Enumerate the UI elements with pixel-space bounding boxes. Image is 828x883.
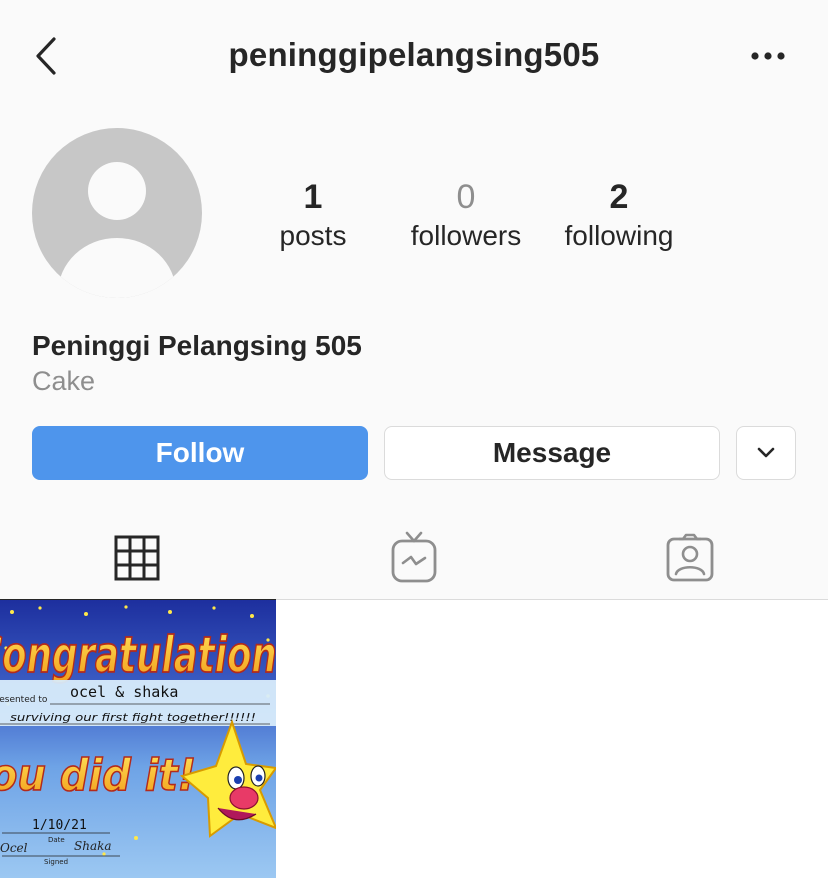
- card-date: 1/10/21: [32, 818, 87, 833]
- stat-followers[interactable]: 0 followers: [391, 178, 541, 256]
- profile-avatar[interactable]: [32, 128, 202, 298]
- igtv-icon: [391, 531, 437, 583]
- top-bar: peninggipelangsing505: [0, 0, 828, 110]
- ellipsis-icon: [751, 52, 785, 60]
- tagged-person-icon: [666, 533, 714, 582]
- suggested-accounts-button[interactable]: [736, 426, 796, 480]
- message-button[interactable]: Message: [384, 426, 720, 480]
- stat-following[interactable]: 2 following: [544, 178, 694, 256]
- followers-count: 0: [456, 178, 476, 216]
- card-recipients: ocel & shaka: [70, 683, 178, 701]
- grid-icon: [114, 535, 160, 581]
- profile-tabs: [0, 510, 828, 601]
- post-thumbnail[interactable]: Congratulations presented to ocel & shak…: [0, 600, 276, 878]
- following-count: 2: [609, 178, 629, 216]
- chevron-down-icon: [757, 447, 775, 458]
- tab-igtv[interactable]: [384, 528, 444, 588]
- stat-posts[interactable]: 1 posts: [238, 178, 388, 256]
- profile-username: peninggipelangsing505: [228, 36, 600, 73]
- posts-label: posts: [279, 220, 347, 251]
- card-headline: Congratulations: [0, 626, 276, 684]
- card-date-label: Date: [48, 836, 65, 844]
- posts-count: 1: [303, 178, 323, 216]
- card-signature-2: Shaka: [74, 839, 112, 853]
- profile-category: Cake: [32, 366, 96, 396]
- avatar-placeholder-head: [88, 162, 146, 220]
- followers-label: followers: [410, 220, 522, 251]
- following-label: following: [564, 220, 674, 251]
- card-presented-to-label: presented to: [0, 695, 48, 705]
- profile-display-name: Peninggi Pelangsing 505: [32, 330, 362, 361]
- follow-button[interactable]: Follow: [32, 426, 368, 480]
- avatar-placeholder-body: [58, 238, 176, 298]
- card-signed-label: Signed: [44, 858, 68, 866]
- more-options-button[interactable]: [742, 38, 794, 74]
- posts-grid: Congratulations presented to ocel & shak…: [0, 600, 828, 883]
- card-signature-1: Ocel: [0, 841, 28, 855]
- card-exclaim: You did it!: [0, 750, 196, 801]
- congratulations-card-image: Congratulations presented to ocel & shak…: [0, 600, 276, 878]
- card-reason: surviving our first fight together!!!!!!: [10, 711, 256, 724]
- tab-tagged[interactable]: [660, 528, 720, 588]
- tab-grid[interactable]: [107, 528, 167, 588]
